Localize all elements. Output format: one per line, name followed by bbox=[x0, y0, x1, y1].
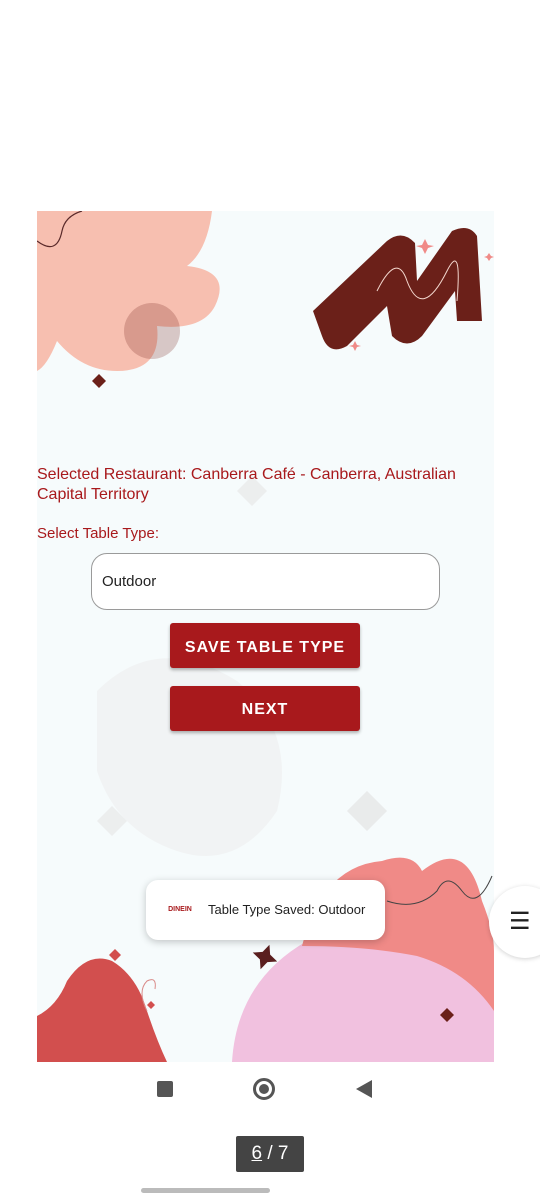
select-table-type-label: Select Table Type: bbox=[37, 525, 160, 542]
table-type-input[interactable] bbox=[91, 553, 440, 610]
page-current: 6 bbox=[251, 1143, 263, 1164]
back-triangle-icon[interactable] bbox=[356, 1080, 372, 1098]
home-circle-icon[interactable] bbox=[253, 1078, 275, 1100]
recents-square-icon[interactable] bbox=[157, 1081, 173, 1097]
toast-notification: DINEIN Table Type Saved: Outdoor bbox=[146, 880, 385, 940]
page-indicator: 6 / 7 bbox=[236, 1136, 304, 1172]
selected-restaurant-text: Selected Restaurant: Canberra Café - Can… bbox=[37, 466, 456, 503]
next-button[interactable]: NEXT bbox=[170, 686, 360, 731]
system-navigation-bar bbox=[0, 1066, 540, 1112]
page-separator: / bbox=[262, 1143, 278, 1164]
page-total: 7 bbox=[277, 1143, 289, 1164]
menu-button[interactable]: ☰ bbox=[489, 886, 540, 958]
gesture-home-bar[interactable] bbox=[141, 1188, 270, 1193]
menu-icon: ☰ bbox=[509, 908, 531, 935]
toast-message: Table Type Saved: Outdoor bbox=[208, 902, 366, 917]
app-logo: DINEIN bbox=[168, 906, 192, 913]
save-table-type-button[interactable]: SAVE TABLE TYPE bbox=[170, 623, 360, 668]
